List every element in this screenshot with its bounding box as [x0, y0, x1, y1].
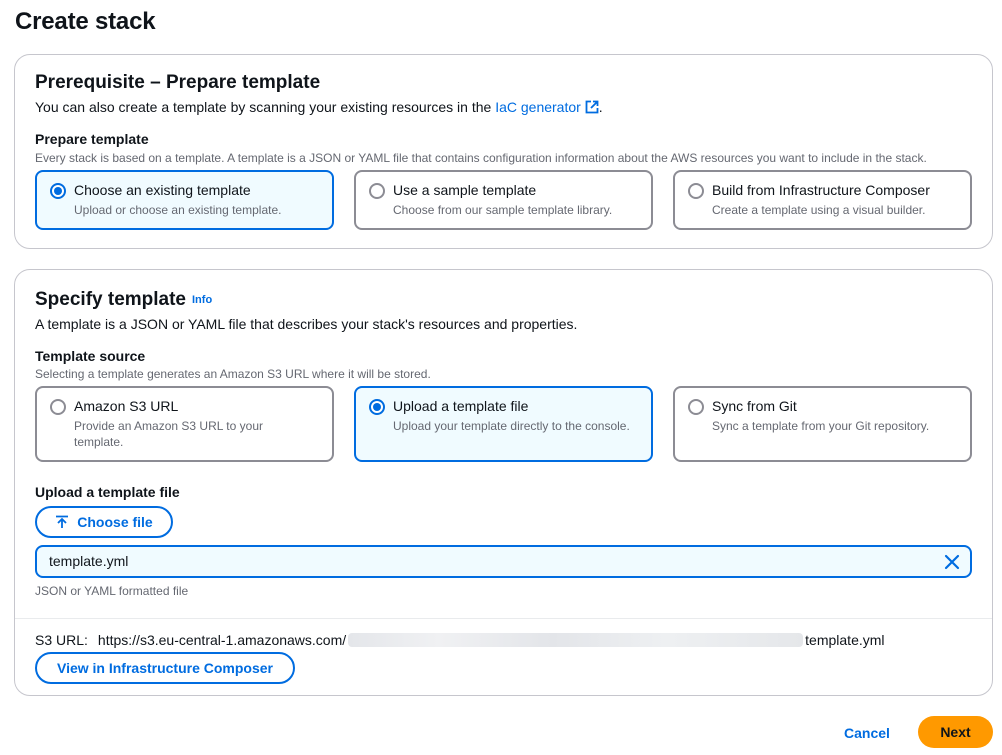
next-button[interactable]: Next: [918, 716, 993, 748]
prerequisite-description-suffix: .: [598, 99, 603, 115]
s3-url-prefix: https://s3.eu-central-1.amazonaws.com/: [97, 632, 347, 648]
radio-button[interactable]: [688, 399, 704, 415]
specify-template-description: A template is a JSON or YAML file that d…: [35, 316, 578, 332]
prerequisite-description-text: You can also create a template by scanni…: [35, 99, 496, 115]
upload-icon: [56, 515, 69, 528]
option-upload-template-file[interactable]: Upload a template file Upload your templ…: [354, 386, 653, 462]
option-use-sample-template[interactable]: Use a sample template Choose from our sa…: [354, 170, 653, 230]
view-in-infrastructure-composer-button[interactable]: View in Infrastructure Composer: [35, 652, 295, 684]
option-description: Choose from our sample template library.: [393, 203, 613, 217]
file-hint: JSON or YAML formatted file: [35, 584, 189, 598]
prerequisite-card: Prerequisite – Prepare template You can …: [14, 54, 993, 249]
radio-button[interactable]: [50, 183, 66, 199]
option-sync-from-git[interactable]: Sync from Git Sync a template from your …: [673, 386, 972, 462]
option-description: Sync a template from your Git repository…: [712, 419, 930, 433]
prepare-template-label: Prepare template: [35, 131, 149, 147]
s3-url-row: S3 URL: https://s3.eu-central-1.amazonaw…: [35, 632, 885, 648]
option-description: Upload or choose an existing template.: [74, 203, 282, 217]
option-description: Provide an Amazon S3 URL to your templat…: [74, 419, 263, 449]
iac-generator-link-label: IaC generator: [495, 99, 581, 115]
redacted-url-segment: [348, 633, 804, 647]
option-title: Choose an existing template: [74, 182, 251, 198]
template-source-description: Selecting a template generates an Amazon…: [35, 367, 431, 381]
option-description: Upload your template directly to the con…: [393, 419, 630, 433]
option-title: Upload a template file: [393, 398, 529, 414]
option-title: Build from Infrastructure Composer: [712, 182, 930, 198]
specify-template-heading: Specify template Info: [35, 289, 212, 311]
page-title: Create stack: [15, 8, 156, 35]
option-amazon-s3-url[interactable]: Amazon S3 URL Provide an Amazon S3 URL t…: [35, 386, 334, 462]
radio-button[interactable]: [688, 183, 704, 199]
option-choose-existing-template[interactable]: Choose an existing template Upload or ch…: [35, 170, 334, 230]
choose-file-button[interactable]: Choose file: [35, 506, 173, 538]
option-title: Sync from Git: [712, 398, 797, 414]
template-source-label: Template source: [35, 348, 146, 364]
prepare-template-description: Every stack is based on a template. A te…: [35, 151, 927, 165]
option-description: Create a template using a visual builder…: [712, 203, 926, 217]
s3-url-suffix: template.yml: [805, 632, 885, 648]
prerequisite-heading: Prerequisite – Prepare template: [35, 72, 321, 93]
radio-button[interactable]: [369, 399, 385, 415]
prerequisite-description: You can also create a template by scanni…: [35, 99, 603, 115]
option-title: Amazon S3 URL: [74, 398, 179, 414]
file-name: template.yml: [49, 553, 129, 569]
view-in-infrastructure-composer-label: View in Infrastructure Composer: [56, 660, 273, 676]
close-icon[interactable]: [944, 554, 960, 570]
specify-template-card: Specify template Info A template is a JSO…: [14, 269, 993, 696]
selected-file-field[interactable]: template.yml: [35, 545, 972, 578]
option-title: Use a sample template: [393, 182, 537, 198]
cancel-button[interactable]: Cancel: [844, 725, 890, 741]
divider: [15, 618, 992, 619]
external-link-icon: [585, 100, 599, 114]
info-link[interactable]: Info: [192, 294, 212, 306]
radio-button[interactable]: [50, 399, 66, 415]
specify-template-title: Specify template: [35, 289, 186, 310]
option-build-from-infrastructure-composer[interactable]: Build from Infrastructure Composer Creat…: [673, 170, 972, 230]
upload-template-file-label: Upload a template file: [35, 484, 180, 500]
iac-generator-link[interactable]: IaC generator: [495, 99, 599, 115]
radio-button[interactable]: [369, 183, 385, 199]
s3-url-label: S3 URL:: [35, 632, 88, 648]
choose-file-label: Choose file: [77, 514, 153, 530]
